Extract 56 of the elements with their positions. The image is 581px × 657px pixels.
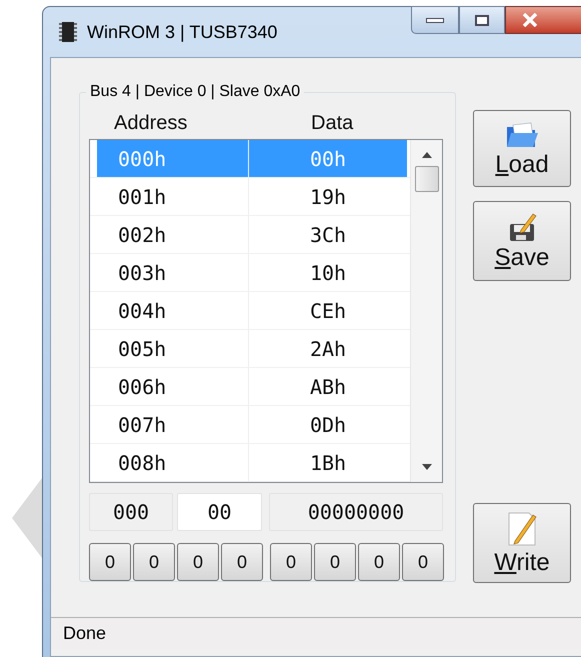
table-cell: 002h bbox=[97, 216, 249, 253]
maximize-button[interactable] bbox=[459, 6, 505, 34]
scroll-thumb[interactable] bbox=[414, 166, 438, 192]
bit-button[interactable]: 0 bbox=[221, 543, 263, 581]
close-button[interactable] bbox=[505, 6, 581, 34]
table-row[interactable]: 003h 10h bbox=[90, 254, 410, 292]
table-cell: 003h bbox=[97, 254, 249, 291]
scroll-down-icon[interactable] bbox=[422, 464, 432, 470]
save-button[interactable]: Save bbox=[473, 201, 571, 281]
close-icon bbox=[522, 13, 538, 27]
column-header: Data bbox=[311, 111, 354, 136]
table-cell-text: 3Ch bbox=[308, 222, 348, 249]
bit-button[interactable]: 0 bbox=[89, 543, 131, 581]
group-title: Bus 4 | Device 0 | Slave 0xA0 bbox=[86, 82, 304, 102]
address-field[interactable]: 000 bbox=[89, 493, 173, 531]
table-cell-text: 10h bbox=[308, 260, 348, 287]
scrollbar[interactable] bbox=[410, 140, 442, 482]
bit-button[interactable]: 0 bbox=[358, 543, 400, 581]
data-field[interactable]: 00 bbox=[177, 493, 262, 531]
table-row[interactable]: 001h 19h bbox=[90, 178, 410, 216]
table-cell: 007h bbox=[97, 406, 249, 443]
table-cell: 008h bbox=[97, 444, 249, 481]
table-cell: 000h bbox=[97, 140, 249, 177]
scroll-up-icon[interactable] bbox=[422, 152, 432, 158]
binary-field[interactable]: 00000000 bbox=[269, 493, 443, 531]
folder-icon bbox=[505, 120, 539, 148]
table-cell: 006h bbox=[97, 368, 249, 405]
table-cell-text: 1Bh bbox=[308, 450, 348, 477]
table-cell: 005h bbox=[97, 330, 249, 367]
table-cell: 001h bbox=[97, 178, 249, 215]
table-row[interactable]: 004h CEh bbox=[90, 292, 410, 330]
table-cell-text: 2Ah bbox=[308, 336, 348, 363]
bit-button[interactable]: 0 bbox=[314, 543, 356, 581]
bit-button[interactable]: 0 bbox=[402, 543, 444, 581]
load-button[interactable]: Load bbox=[473, 110, 571, 187]
table-cell: 004h bbox=[97, 292, 249, 329]
table-cell-text: ABh bbox=[308, 374, 348, 401]
floppy-pencil-icon bbox=[507, 212, 537, 242]
table-row[interactable]: 008h 1Bh bbox=[90, 444, 410, 482]
column-header: Address bbox=[114, 111, 188, 136]
table-row[interactable]: 007h 0Dh bbox=[90, 406, 410, 444]
table-cell-text: CEh bbox=[308, 298, 348, 325]
status-text: Done bbox=[63, 622, 106, 645]
table-row[interactable]: 002h 3Ch bbox=[90, 216, 410, 254]
window-title: WinROM 3 | TUSB7340 bbox=[87, 21, 278, 43]
table-cell: 00h bbox=[249, 140, 407, 177]
write-button[interactable]: Write bbox=[473, 503, 571, 583]
minimize-button[interactable] bbox=[411, 6, 459, 34]
bit-button[interactable]: 0 bbox=[133, 543, 175, 581]
table-row[interactable]: 005h 2Ah bbox=[90, 330, 410, 368]
table-cell-text: 0Dh bbox=[308, 412, 348, 439]
bit-button[interactable]: 0 bbox=[270, 543, 312, 581]
bit-button[interactable]: 0 bbox=[177, 543, 219, 581]
table-row[interactable]: 006h ABh bbox=[90, 368, 410, 406]
table-cell-text: 19h bbox=[308, 184, 348, 211]
chip-icon bbox=[59, 21, 77, 43]
